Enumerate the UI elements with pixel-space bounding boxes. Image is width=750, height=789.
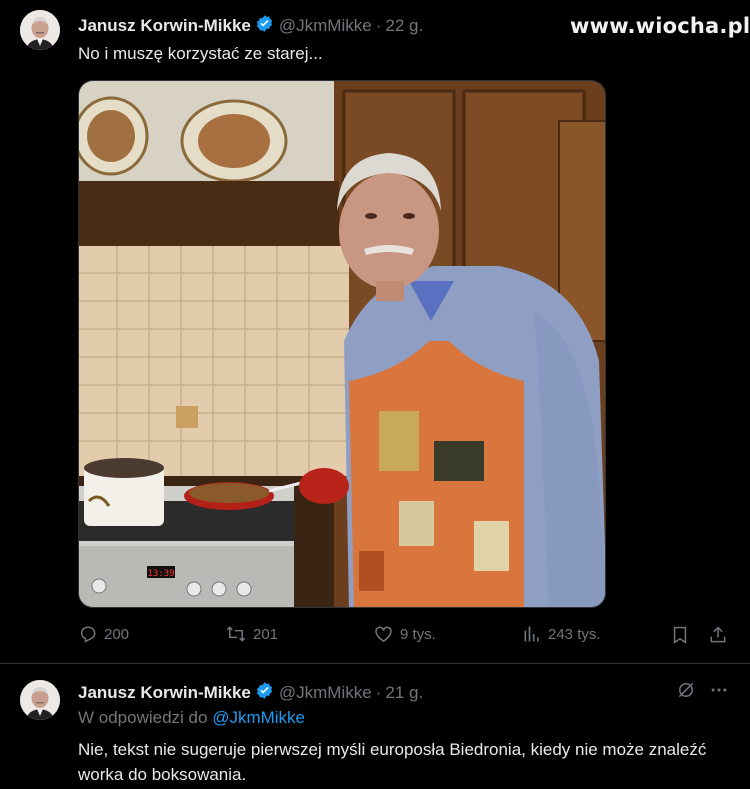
bookmark-button[interactable] — [670, 624, 696, 646]
views-button[interactable]: 243 tys. — [522, 624, 601, 644]
reply-count: 200 — [104, 625, 130, 643]
verified-badge-icon — [255, 681, 274, 705]
repost-count: 201 — [253, 625, 279, 643]
share-button[interactable] — [708, 624, 734, 646]
author-handle[interactable]: @JkmMikke — [279, 683, 372, 703]
author-avatar[interactable] — [20, 10, 60, 50]
like-count: 9 tys. — [400, 625, 436, 643]
reply-mention-link[interactable]: @JkmMikke — [212, 708, 305, 727]
reply-text: Nie, tekst nie sugeruje pierwszej myśli … — [78, 740, 707, 784]
tweet-text: No i muszę korzystać ze starej... — [78, 44, 323, 63]
author-avatar[interactable] — [20, 680, 60, 720]
more-icon[interactable] — [708, 680, 730, 705]
reply-prefix: W odpowiedzi do — [78, 708, 208, 727]
header-separator: · — [375, 683, 382, 702]
repost-icon — [226, 626, 246, 642]
reply-header: Janusz Korwin-Mikke @JkmMikke · 21 g. — [78, 681, 423, 705]
grok-icon[interactable] — [676, 680, 696, 705]
heart-icon — [375, 626, 392, 642]
repost-button[interactable]: 201 — [225, 624, 278, 644]
tweet-time[interactable]: 22 g. — [385, 16, 423, 36]
reply-button[interactable]: 200 — [78, 624, 129, 644]
tweet-actions: 200 201 9 tys. 243 tys. — [0, 624, 750, 650]
bookmark-icon — [673, 626, 687, 644]
tweet-photo[interactable]: 13:39 — [78, 80, 606, 608]
reply-icon — [80, 626, 96, 643]
views-count: 243 tys. — [548, 625, 601, 643]
tweet-main[interactable]: Janusz Korwin-Mikke @JkmMikke · 22 g. ww… — [0, 0, 750, 663]
author-name[interactable]: Janusz Korwin-Mikke — [78, 683, 251, 703]
watermark: www.wiocha.pl — [570, 14, 750, 38]
tweet-time[interactable]: 21 g. — [385, 683, 423, 703]
verified-badge-icon — [255, 14, 274, 38]
stove-clock: 13:39 — [147, 569, 174, 579]
author-name[interactable]: Janusz Korwin-Mikke — [78, 16, 251, 36]
reply-context: W odpowiedzi do @JkmMikke — [78, 708, 305, 728]
kitchen-photo: 13:39 — [79, 81, 605, 607]
like-button[interactable]: 9 tys. — [373, 624, 436, 644]
header-separator: · — [375, 16, 382, 35]
tweet-header: Janusz Korwin-Mikke @JkmMikke · 22 g. — [78, 14, 423, 38]
bar-chart-icon — [524, 626, 539, 642]
share-icon — [710, 626, 726, 643]
author-handle[interactable]: @JkmMikke — [279, 16, 372, 36]
